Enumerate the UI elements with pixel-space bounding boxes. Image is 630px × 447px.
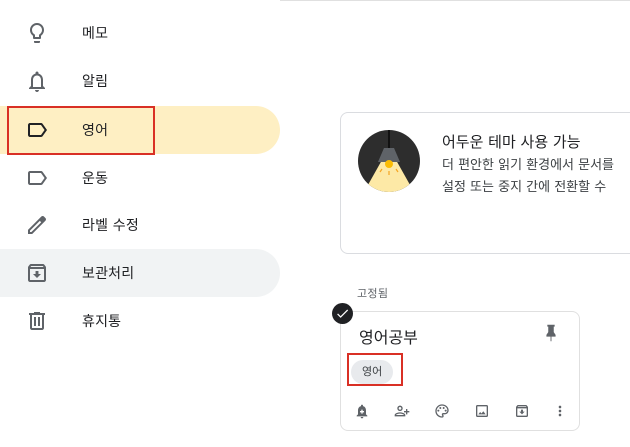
archive-icon[interactable] [511,400,533,422]
pencil-icon [25,213,49,237]
select-check-icon[interactable] [332,303,353,324]
sidebar-item-notes[interactable]: 메모 [0,9,280,57]
image-icon[interactable] [471,400,493,422]
sidebar-item-label: 메모 [82,26,109,42]
remind-me-icon[interactable] [351,400,373,422]
promo-title: 어두운 테마 사용 가능 [442,133,581,151]
trash-icon [25,309,49,333]
pinned-section-label: 고정됨 [357,287,389,300]
note-toolbar [351,400,576,422]
sidebar-item-label: 보관처리 [82,266,135,282]
label-icon [25,118,49,142]
sidebar-item-label: 휴지통 [82,314,122,330]
note-card[interactable]: 영어공부 영어 [340,311,580,431]
sidebar-item-reminders[interactable]: 알림 [0,57,280,105]
top-divider [280,0,630,1]
sidebar-item-label: 알림 [82,74,109,90]
sidebar-item-trash[interactable]: 휴지통 [0,297,280,345]
sidebar-item-exercise[interactable]: 운동 [0,154,280,202]
lightbulb-icon [25,21,49,45]
sidebar-item-label: 운동 [82,171,109,187]
collaborator-icon[interactable] [391,400,413,422]
sidebar-item-english[interactable]: 영어 [0,106,280,154]
promo-description-line: 더 편안한 읽기 환경에서 문서를 [442,158,615,173]
sidebar: 메모 알림 영어 운동 라벨 수정 보관처리 휴지통 [0,0,280,447]
sidebar-item-label: 영어 [82,123,109,139]
dark-theme-promo-card[interactable]: 어두운 테마 사용 가능 더 편안한 읽기 환경에서 문서를 설정 또는 중지 … [340,112,630,254]
bell-icon [25,69,49,93]
lamp-illustration [358,130,420,192]
promo-description-line: 설정 또는 중지 간에 전환할 수 [442,180,607,195]
sidebar-item-edit-labels[interactable]: 라벨 수정 [0,201,280,249]
archive-icon [25,261,49,285]
label-icon [25,166,49,190]
note-title: 영어공부 [359,328,418,347]
pin-icon[interactable] [540,322,562,344]
sidebar-item-archive[interactable]: 보관처리 [0,249,280,297]
more-options-icon[interactable] [549,400,571,422]
sidebar-item-label: 라벨 수정 [82,218,139,234]
palette-icon[interactable] [431,400,453,422]
label-chip[interactable]: 영어 [351,360,394,384]
